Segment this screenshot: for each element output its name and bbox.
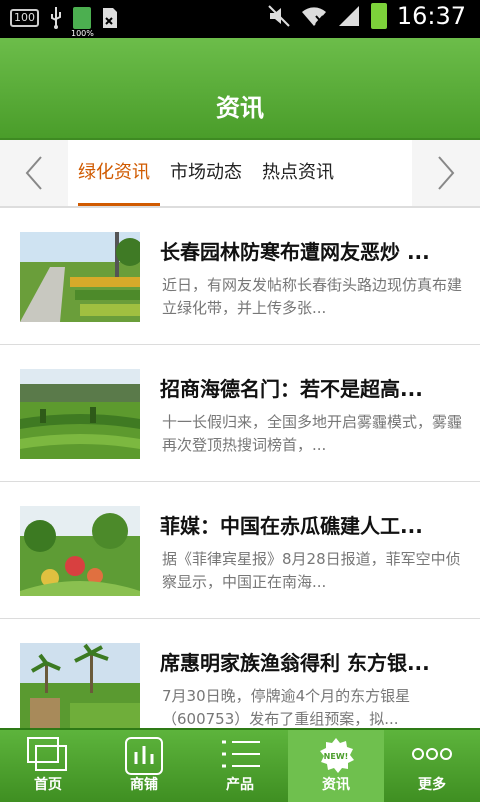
battery-small-label: 100% <box>71 29 94 38</box>
home-icon <box>27 737 67 771</box>
nav-label: 资讯 <box>322 777 350 793</box>
news-item[interactable]: 长春园林防寒布遭网友恶炒 ... 近日，有网友发帖称长春街头路边现仿真布建立绿化… <box>0 208 480 345</box>
signal-icon <box>338 6 359 26</box>
more-icon <box>412 748 452 760</box>
sd-card-icon <box>103 8 117 28</box>
bottom-navigation: 首页 商铺 产品 NEW! 资讯 更多 <box>0 728 480 802</box>
news-item[interactable]: 招商海德名门：若不是超高... 十一长假归来，全国多地开启雾霾模式，雾霾再次登顶… <box>0 345 480 482</box>
tab-market-news[interactable]: 市场动态 <box>160 140 252 206</box>
news-title: 席惠明家族渔翁得利 东方银... <box>160 651 430 675</box>
scroll-left-button[interactable] <box>0 140 68 206</box>
nav-more[interactable]: 更多 <box>384 730 480 802</box>
news-thumbnail <box>20 232 140 322</box>
news-thumbnail <box>20 369 140 459</box>
news-item[interactable]: 席惠明家族渔翁得利 东方银... 7月30日晚，停牌逾4个月的东方银星（6007… <box>0 619 480 728</box>
battery-charged-icon: 100% <box>71 7 94 38</box>
nav-label: 商铺 <box>130 777 158 793</box>
news-title: 菲媒：中国在赤瓜礁建人工... <box>160 514 423 538</box>
mute-icon <box>268 5 290 27</box>
status-bar: 100 100% 16:37 <box>0 0 480 38</box>
status-time: 16:37 <box>396 2 466 30</box>
news-summary: 十一长假归来，全国多地开启雾霾模式，雾霾再次登顶热搜词榜首，... <box>162 413 463 454</box>
app-header: 资讯 <box>0 38 480 140</box>
nav-shop[interactable]: 商铺 <box>96 730 192 802</box>
news-list: 长春园林防寒布遭网友恶炒 ... 近日，有网友发帖称长春街头路边现仿真布建立绿化… <box>0 208 480 728</box>
chevron-right-icon <box>438 156 455 190</box>
news-thumbnail <box>20 506 140 596</box>
news-summary: 近日，有网友发帖称长春街头路边现仿真布建立绿化带，并上传多张... <box>162 276 463 317</box>
news-summary: 据《菲律宾星报》8月28日报道，菲军空中侦察显示，中国正在南海... <box>162 550 461 591</box>
scroll-right-button[interactable] <box>412 140 480 206</box>
nav-label: 首页 <box>34 777 62 793</box>
status-right-icons: 16:37 <box>267 2 466 30</box>
news-title: 招商海德名门：若不是超高... <box>160 377 423 401</box>
nav-label: 产品 <box>226 777 254 793</box>
battery-icon <box>370 3 387 29</box>
nav-products[interactable]: 产品 <box>192 730 288 802</box>
status-left-icons: 100 100% <box>10 6 119 38</box>
tabs: 绿化资讯 市场动态 热点资讯 <box>68 140 412 206</box>
news-thumbnail <box>20 643 140 728</box>
news-summary: 7月30日晚，停牌逾4个月的东方银星（600753）发布了重组预案，拟... <box>162 687 411 728</box>
news-badge-icon: NEW! <box>320 738 354 773</box>
wifi-icon <box>301 7 326 26</box>
nav-news[interactable]: NEW! 资讯 <box>288 730 384 802</box>
tab-greening-news[interactable]: 绿化资讯 <box>68 140 160 206</box>
nav-home[interactable]: 首页 <box>0 730 96 802</box>
news-item[interactable]: 菲媒：中国在赤瓜礁建人工... 据《菲律宾星报》8月28日报道，菲军空中侦察显示… <box>0 482 480 619</box>
tab-hot-news[interactable]: 热点资讯 <box>252 140 344 206</box>
page-title: 资讯 <box>216 94 264 122</box>
news-title: 长春园林防寒布遭网友恶炒 ... <box>160 240 430 264</box>
category-tab-bar: 绿化资讯 市场动态 热点资讯 <box>0 140 480 208</box>
chevron-left-icon <box>25 156 42 190</box>
product-list-icon <box>222 740 260 768</box>
nav-label: 更多 <box>418 777 446 793</box>
shop-icon <box>125 737 163 775</box>
new-badge-text: NEW! <box>324 752 349 761</box>
usb-icon <box>51 7 61 29</box>
notification-count-icon: 100 <box>10 9 39 27</box>
